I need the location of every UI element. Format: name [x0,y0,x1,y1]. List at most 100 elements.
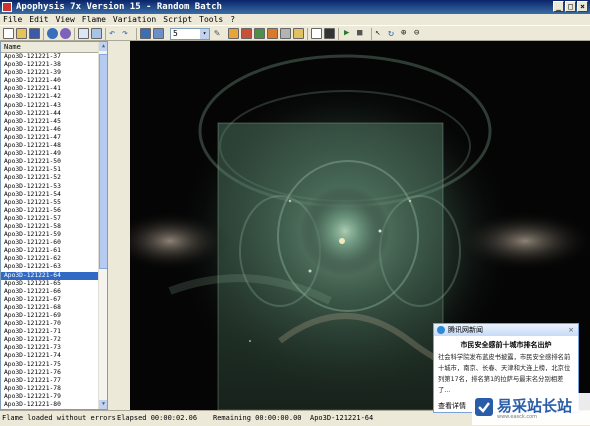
list-item[interactable]: Apo3D-121221-46 [1,126,99,134]
play-icon[interactable]: ▶ [344,28,355,39]
redo-icon[interactable]: ↷ [122,28,133,39]
list-item[interactable]: Apo3D-121221-53 [1,183,99,191]
options-icon[interactable] [280,28,291,39]
maximize-button[interactable]: □ [565,1,576,12]
list-item[interactable]: Apo3D-121221-75 [1,361,99,369]
zoom-out-icon[interactable]: ⊖ [414,28,425,39]
scroll-up-icon[interactable]: ▲ [99,42,107,51]
popup-view-link[interactable]: 查看详情 [438,401,466,411]
list-item[interactable]: Apo3D-121221-76 [1,369,99,377]
render-icon[interactable] [153,28,164,39]
list-item[interactable]: Apo3D-121221-41 [1,85,99,93]
popup-headline[interactable]: 市民安全感前十城市排名出炉 [434,336,578,350]
list-item[interactable]: Apo3D-121221-72 [1,336,99,344]
list-view-icon[interactable] [78,28,89,39]
list-item[interactable]: Apo3D-121221-40 [1,77,99,85]
list-item[interactable]: Apo3D-121221-78 [1,385,99,393]
list-item[interactable]: Apo3D-121221-39 [1,69,99,77]
zoom-in-icon[interactable]: ⊕ [401,28,412,39]
list-item[interactable]: Apo3D-121221-67 [1,296,99,304]
list-item[interactable]: Apo3D-121221-69 [1,312,99,320]
undo-icon[interactable]: ↶ [109,28,120,39]
menu-help[interactable]: ? [230,14,235,25]
list-item[interactable]: Apo3D-121221-62 [1,255,99,263]
list-item[interactable]: Apo3D-121221-38 [1,61,99,69]
list-item[interactable]: Apo3D-121221-68 [1,304,99,312]
list-item[interactable]: Apo3D-121221-49 [1,150,99,158]
list-header-name[interactable]: Name [1,42,99,53]
list-scrollbar[interactable]: ▲ ▼ [98,42,107,409]
adjust-icon[interactable] [241,28,252,39]
list-item[interactable]: Apo3D-121221-65 [1,280,99,288]
list-item[interactable]: Apo3D-121221-79 [1,393,99,401]
palette-icon[interactable] [60,28,71,39]
menu-flame[interactable]: Flame [82,14,106,25]
open-icon[interactable] [16,28,27,39]
fullscreen-icon[interactable] [140,28,151,39]
pointer-icon[interactable]: ↖ [375,28,386,39]
list-item[interactable]: Apo3D-121221-80 [1,401,99,409]
menu-bar: File Edit View Flame Variation Script To… [0,14,590,25]
list-item[interactable]: Apo3D-121221-45 [1,118,99,126]
list-item[interactable]: Apo3D-121221-43 [1,102,99,110]
watermark-text: 易采站长站 [497,397,573,415]
save-icon[interactable] [29,28,40,39]
chevron-down-icon[interactable]: ▾ [200,29,209,39]
list-item[interactable]: Apo3D-121221-63 [1,263,99,271]
watermark-url: www.easck.com [497,414,538,420]
list-item[interactable]: Apo3D-121221-71 [1,328,99,336]
list-item[interactable]: Apo3D-121221-57 [1,215,99,223]
list-item[interactable]: Apo3D-121221-58 [1,223,99,231]
list-item[interactable]: Apo3D-121221-48 [1,142,99,150]
list-item[interactable]: Apo3D-121221-37 [1,53,99,61]
title-bar[interactable]: Apophysis 7x Version 15 - Random Batch _… [0,0,590,14]
list-item[interactable]: Apo3D-121221-50 [1,158,99,166]
list-item[interactable]: Apo3D-121221-56 [1,207,99,215]
list-item[interactable]: Apo3D-121221-64 [1,271,99,280]
close-button[interactable]: × [577,1,588,12]
thumbnail-view-icon[interactable] [91,28,102,39]
stop-icon[interactable]: ■ [357,28,368,39]
transparency-icon[interactable] [311,28,322,39]
list-item[interactable]: Apo3D-121221-73 [1,344,99,352]
list-item[interactable]: Apo3D-121221-77 [1,377,99,385]
quality-value: 5 [173,29,178,38]
list-item[interactable]: Apo3D-121221-42 [1,93,99,101]
list-item[interactable]: Apo3D-121221-54 [1,191,99,199]
edit-pencil-icon[interactable]: ✎ [214,28,225,39]
site-watermark: 易采站长站 www.easck.com [472,393,590,425]
list-item[interactable]: Apo3D-121221-66 [1,288,99,296]
menu-tools[interactable]: Tools [199,14,223,25]
quality-combo[interactable]: 5 ▾ [170,28,210,40]
popup-close-icon[interactable]: × [567,326,575,334]
menu-view[interactable]: View [56,14,75,25]
gear-icon[interactable] [47,28,58,39]
menu-script[interactable]: Script [163,14,192,25]
editor-icon[interactable] [228,28,239,39]
menu-file[interactable]: File [3,14,22,25]
list-item[interactable]: Apo3D-121221-60 [1,239,99,247]
list-item[interactable]: Apo3D-121221-51 [1,166,99,174]
scrollbar-thumb[interactable] [99,54,107,269]
menu-edit[interactable]: Edit [29,14,48,25]
list-item[interactable]: Apo3D-121221-47 [1,134,99,142]
script-icon[interactable] [293,28,304,39]
list-item[interactable]: Apo3D-121221-44 [1,110,99,118]
new-icon[interactable] [3,28,14,39]
remaining-time: Remaining 00:00:00.00 [213,414,302,422]
list-item[interactable]: Apo3D-121221-55 [1,199,99,207]
flame-list[interactable]: Name Apo3D-121221-37 Apo3D-121221-38 Apo3D… [0,41,108,410]
popup-body: 社会科学院发布蓝皮书披露，市民安全感排名前十城市，南京、长春、天津和大连上榜，北… [438,354,571,394]
minimize-button[interactable]: _ [553,1,564,12]
list-item[interactable]: Apo3D-121221-61 [1,247,99,255]
gradient-icon[interactable] [267,28,278,39]
menu-variation[interactable]: Variation [113,14,156,25]
scroll-down-icon[interactable]: ▼ [99,400,107,409]
rotate-icon[interactable]: ↻ [388,28,399,39]
mutate-icon[interactable] [254,28,265,39]
list-item[interactable]: Apo3D-121221-52 [1,174,99,182]
list-item[interactable]: Apo3D-121221-59 [1,231,99,239]
background-icon[interactable] [324,28,335,39]
list-item[interactable]: Apo3D-121221-74 [1,352,99,360]
list-item[interactable]: Apo3D-121221-70 [1,320,99,328]
